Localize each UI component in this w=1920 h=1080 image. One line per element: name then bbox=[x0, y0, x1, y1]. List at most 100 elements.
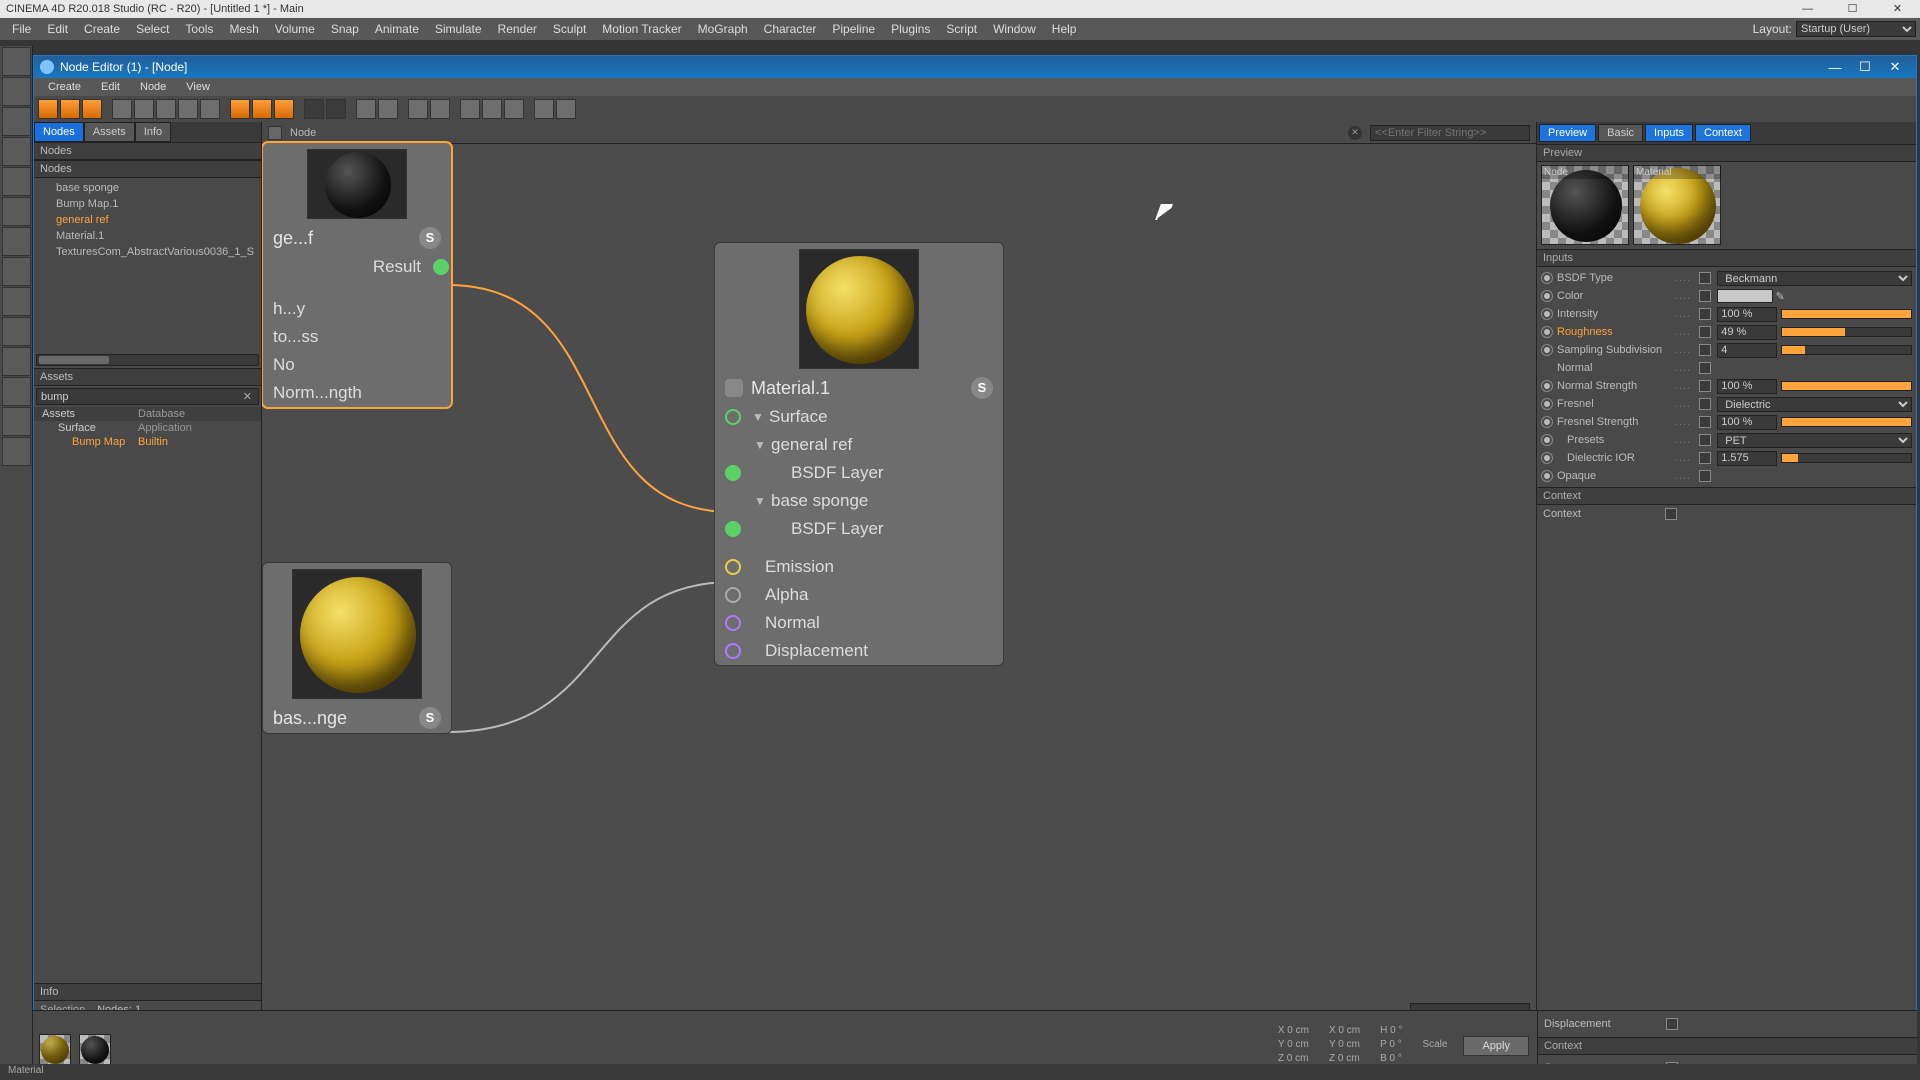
param-slider[interactable] bbox=[1781, 309, 1912, 319]
tool-icon[interactable] bbox=[2, 77, 31, 106]
graph-node-material[interactable]: Material.1S ▼Surface ▼general ref BSDF L… bbox=[714, 242, 1004, 666]
tool-icon[interactable] bbox=[2, 287, 31, 316]
param-value[interactable]: 100 % bbox=[1717, 307, 1777, 322]
toolbar-button[interactable] bbox=[134, 99, 154, 119]
input-port[interactable] bbox=[725, 615, 741, 631]
param-slider[interactable] bbox=[1781, 345, 1912, 355]
tree-item[interactable]: TexturesCom_AbstractVarious0036_1_S bbox=[34, 244, 261, 260]
menu-mesh[interactable]: Mesh bbox=[221, 22, 266, 36]
menu-plugins[interactable]: Plugins bbox=[883, 22, 938, 36]
toolbar-button[interactable] bbox=[356, 99, 376, 119]
assets-search-input[interactable] bbox=[41, 391, 241, 403]
context-checkbox[interactable] bbox=[1665, 508, 1677, 520]
toolbar-button[interactable] bbox=[482, 99, 502, 119]
input-port[interactable] bbox=[725, 587, 741, 603]
tab-basic[interactable]: Basic bbox=[1598, 124, 1643, 142]
toolbar-button[interactable] bbox=[252, 99, 272, 119]
tool-icon[interactable] bbox=[2, 227, 31, 256]
tree-item[interactable]: Material.1 bbox=[34, 228, 261, 244]
toolbar-button[interactable] bbox=[230, 99, 250, 119]
tab-preview[interactable]: Preview bbox=[1539, 124, 1596, 142]
menu-character[interactable]: Character bbox=[756, 22, 825, 36]
close-icon[interactable]: ✕ bbox=[1875, 0, 1920, 18]
menu-sculpt[interactable]: Sculpt bbox=[545, 22, 594, 36]
menu-mograph[interactable]: MoGraph bbox=[690, 22, 756, 36]
toolbar-button[interactable] bbox=[556, 99, 576, 119]
menu-window[interactable]: Window bbox=[985, 22, 1044, 36]
tab-inputs[interactable]: Inputs bbox=[1645, 124, 1693, 142]
toolbar-button[interactable] bbox=[274, 99, 294, 119]
tree-item[interactable]: base sponge bbox=[34, 180, 261, 196]
tool-icon[interactable] bbox=[2, 437, 31, 466]
tool-icon[interactable] bbox=[2, 47, 31, 76]
clear-filter-icon[interactable]: ✕ bbox=[1348, 126, 1362, 140]
graph-filter-input[interactable] bbox=[1370, 125, 1530, 141]
tree-item[interactable]: Bump Map.1 bbox=[34, 196, 261, 212]
param-value[interactable]: 1.575 bbox=[1717, 451, 1777, 466]
tool-icon[interactable] bbox=[2, 167, 31, 196]
toolbar-button[interactable] bbox=[156, 99, 176, 119]
param-anim-checkbox[interactable] bbox=[1699, 434, 1711, 446]
param-anim-checkbox[interactable] bbox=[1699, 470, 1711, 482]
minimize-icon[interactable]: — bbox=[1820, 60, 1850, 75]
displacement-checkbox[interactable] bbox=[1666, 1018, 1678, 1030]
param-value[interactable]: 49 % bbox=[1717, 325, 1777, 340]
tool-icon[interactable] bbox=[2, 377, 31, 406]
tree-item[interactable]: general ref bbox=[34, 212, 261, 228]
nmenu-view[interactable]: View bbox=[176, 81, 220, 93]
tab-nodes[interactable]: Nodes bbox=[34, 122, 84, 142]
param-select[interactable]: Dielectric bbox=[1717, 397, 1912, 412]
apply-button[interactable]: Apply bbox=[1463, 1036, 1529, 1056]
menu-snap[interactable]: Snap bbox=[323, 22, 367, 36]
play-icon[interactable] bbox=[304, 99, 324, 119]
param-slider[interactable] bbox=[1781, 327, 1912, 337]
nmenu-edit[interactable]: Edit bbox=[91, 81, 130, 93]
menu-script[interactable]: Script bbox=[938, 22, 985, 36]
menu-volume[interactable]: Volume bbox=[267, 22, 323, 36]
input-port[interactable] bbox=[725, 559, 741, 575]
param-radio[interactable] bbox=[1541, 452, 1553, 464]
minimize-icon[interactable]: — bbox=[1785, 0, 1830, 18]
color-swatch[interactable] bbox=[1717, 289, 1773, 303]
toolbar-button[interactable] bbox=[60, 99, 80, 119]
menu-edit[interactable]: Edit bbox=[39, 22, 76, 36]
layout-select[interactable]: Startup (User) bbox=[1796, 21, 1916, 37]
tool-icon[interactable] bbox=[2, 257, 31, 286]
param-anim-checkbox[interactable] bbox=[1699, 272, 1711, 284]
param-anim-checkbox[interactable] bbox=[1699, 290, 1711, 302]
param-select[interactable]: Beckmann bbox=[1717, 271, 1912, 286]
tab-info[interactable]: Info bbox=[135, 122, 171, 142]
menu-create[interactable]: Create bbox=[76, 22, 128, 36]
eyedropper-icon[interactable]: ✎ bbox=[1773, 290, 1787, 303]
param-value[interactable]: 4 bbox=[1717, 343, 1777, 358]
param-select[interactable]: PET bbox=[1717, 433, 1912, 448]
toolbar-button[interactable] bbox=[408, 99, 428, 119]
toolbar-button[interactable] bbox=[460, 99, 480, 119]
param-anim-checkbox[interactable] bbox=[1699, 380, 1711, 392]
chevron-down-icon[interactable]: ▼ bbox=[751, 410, 765, 424]
param-radio[interactable] bbox=[1541, 470, 1553, 482]
chevron-down-icon[interactable]: ▼ bbox=[753, 494, 767, 508]
param-anim-checkbox[interactable] bbox=[1699, 398, 1711, 410]
output-port[interactable] bbox=[433, 259, 449, 275]
param-anim-checkbox[interactable] bbox=[1699, 344, 1711, 356]
maximize-icon[interactable]: ☐ bbox=[1830, 0, 1875, 18]
input-port[interactable] bbox=[725, 465, 741, 481]
menu-motiontracker[interactable]: Motion Tracker bbox=[594, 22, 689, 36]
param-radio[interactable] bbox=[1541, 434, 1553, 446]
menu-file[interactable]: File bbox=[4, 22, 39, 36]
toolbar-button[interactable] bbox=[82, 99, 102, 119]
maximize-icon[interactable]: ☐ bbox=[1850, 59, 1880, 75]
tool-icon[interactable] bbox=[2, 317, 31, 346]
param-anim-checkbox[interactable] bbox=[1699, 362, 1711, 374]
param-slider[interactable] bbox=[1781, 453, 1912, 463]
toolbar-button[interactable] bbox=[38, 99, 58, 119]
clear-icon[interactable]: ✕ bbox=[241, 390, 254, 403]
graph-node-general-ref[interactable]: ge...fS Result h...y to...ss No Norm...n… bbox=[262, 142, 452, 408]
tool-icon[interactable] bbox=[2, 197, 31, 226]
param-radio[interactable] bbox=[1541, 380, 1553, 392]
param-radio[interactable] bbox=[1541, 272, 1553, 284]
toolbar-button[interactable] bbox=[504, 99, 524, 119]
input-port[interactable] bbox=[725, 409, 741, 425]
toolbar-button[interactable] bbox=[430, 99, 450, 119]
